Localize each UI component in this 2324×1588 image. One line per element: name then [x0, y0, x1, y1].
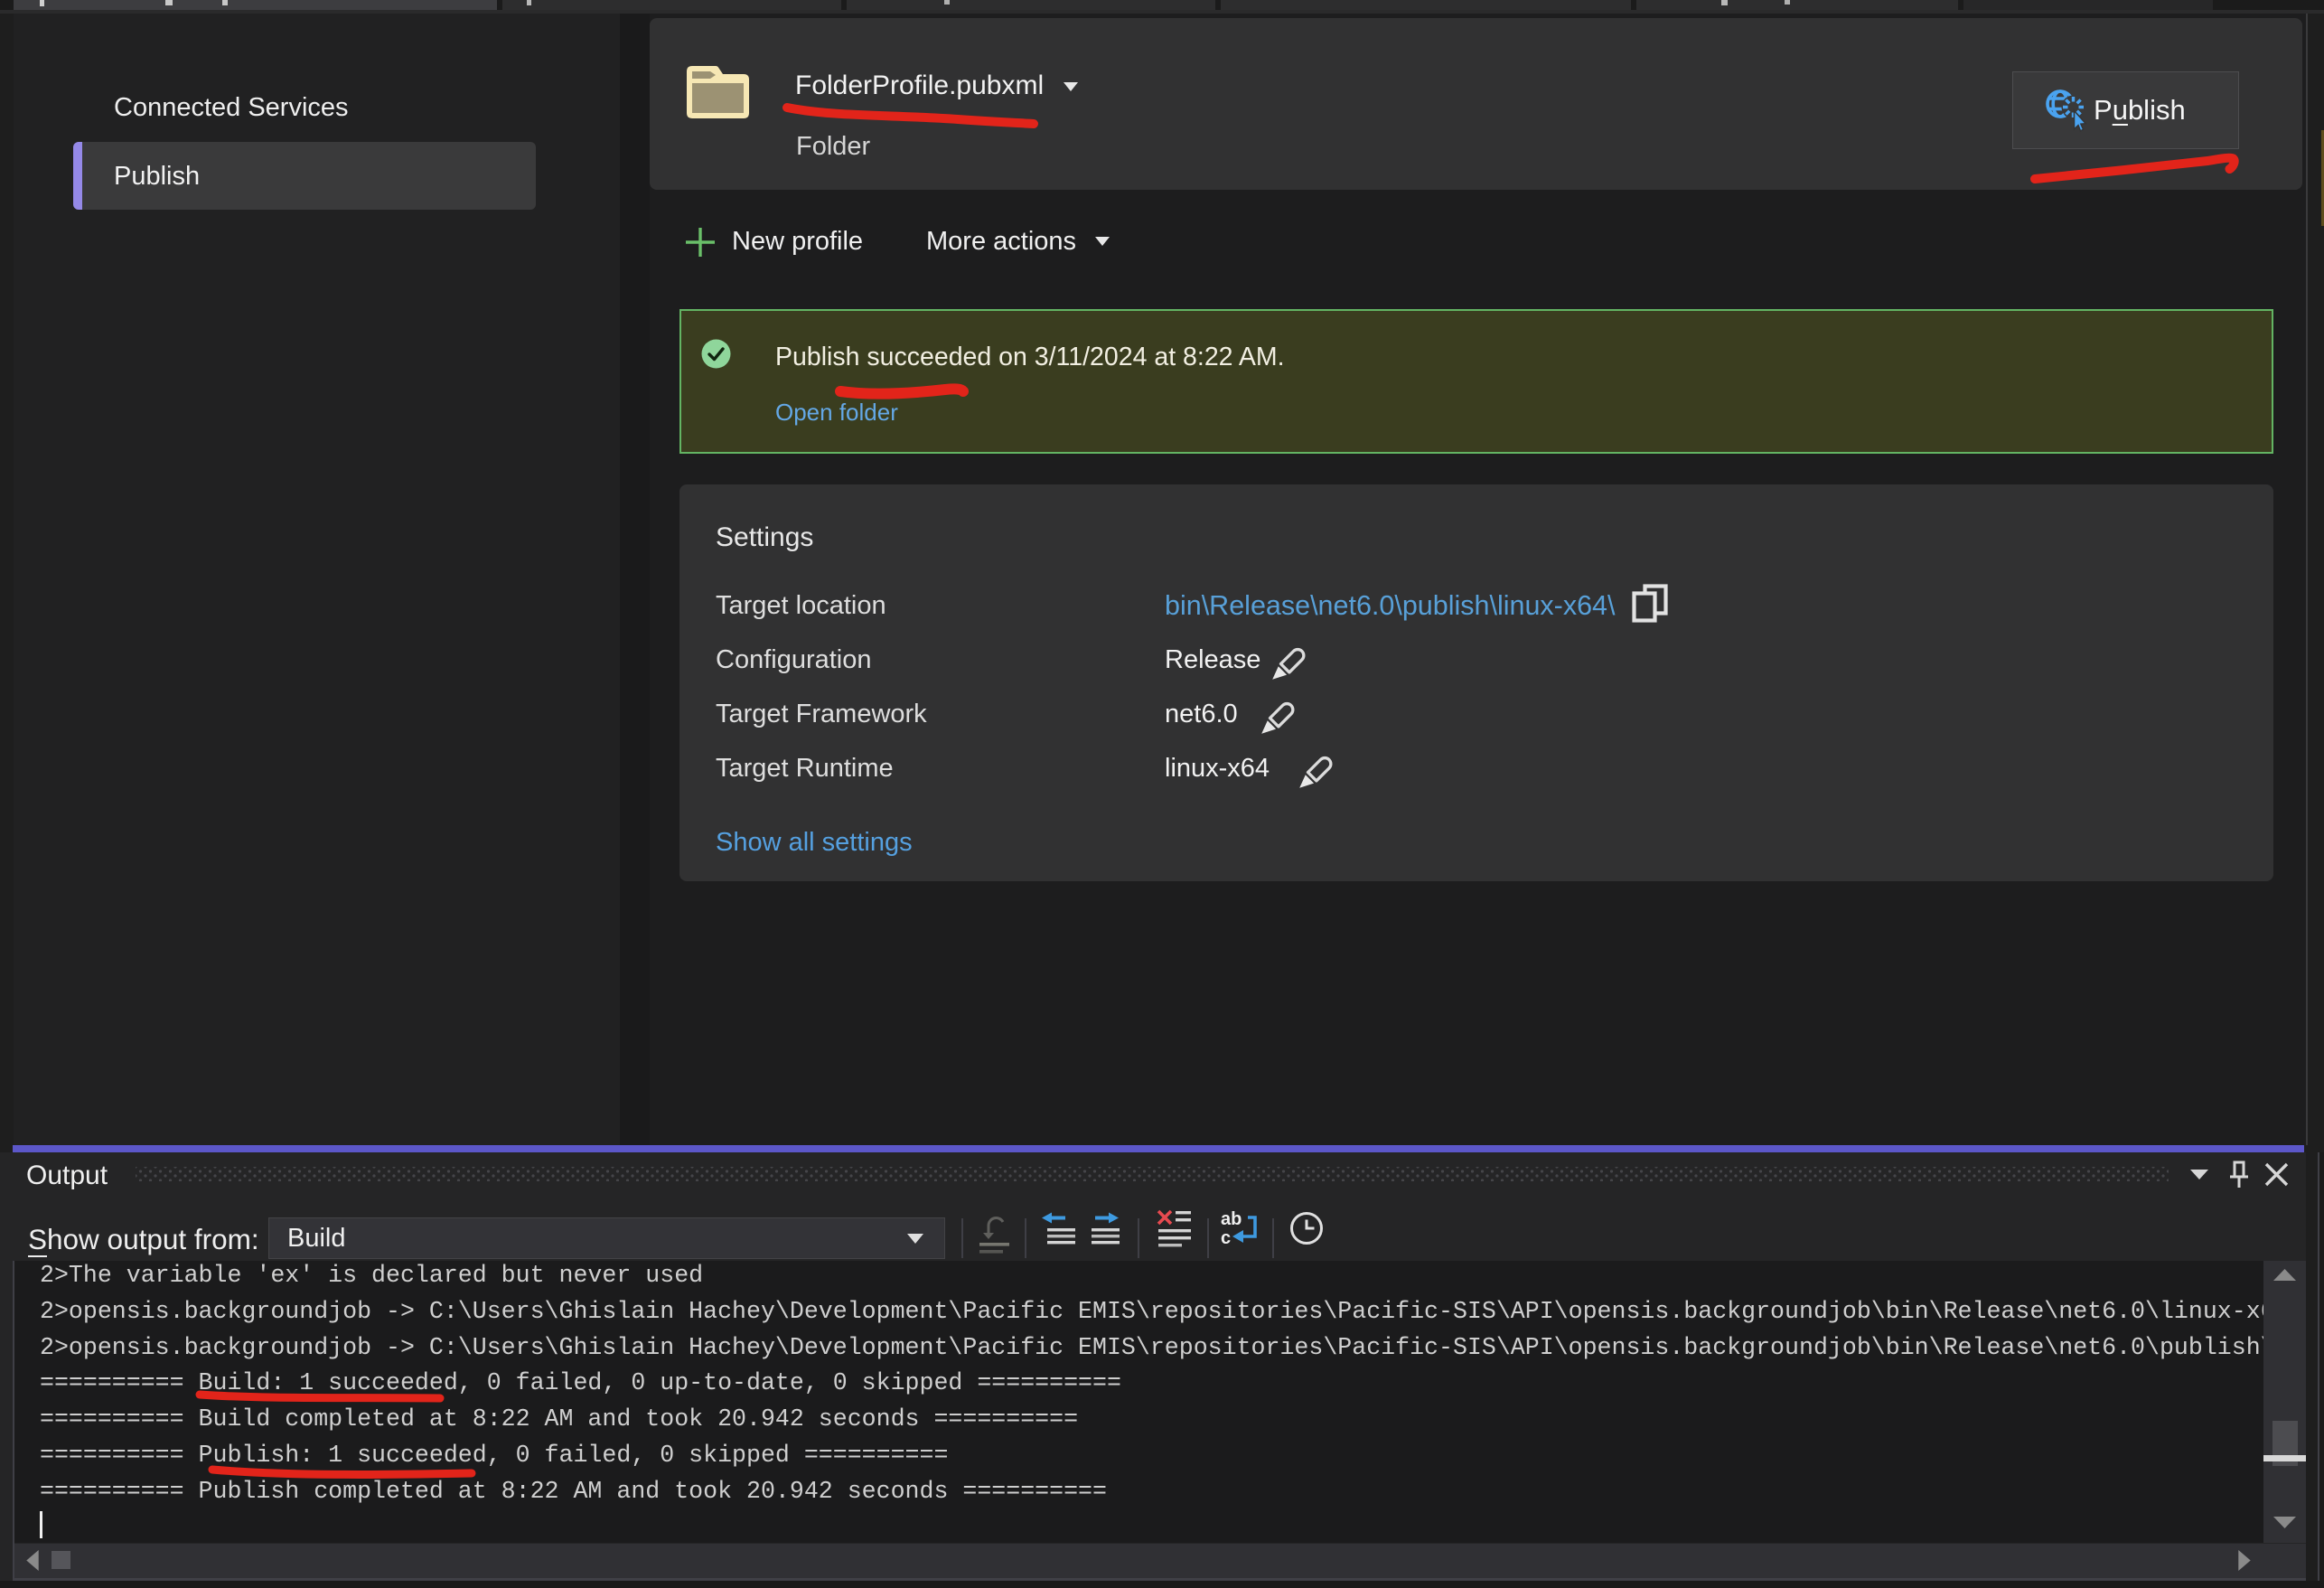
svg-text:ab: ab	[1221, 1209, 1242, 1229]
svg-text:c: c	[1221, 1228, 1231, 1248]
